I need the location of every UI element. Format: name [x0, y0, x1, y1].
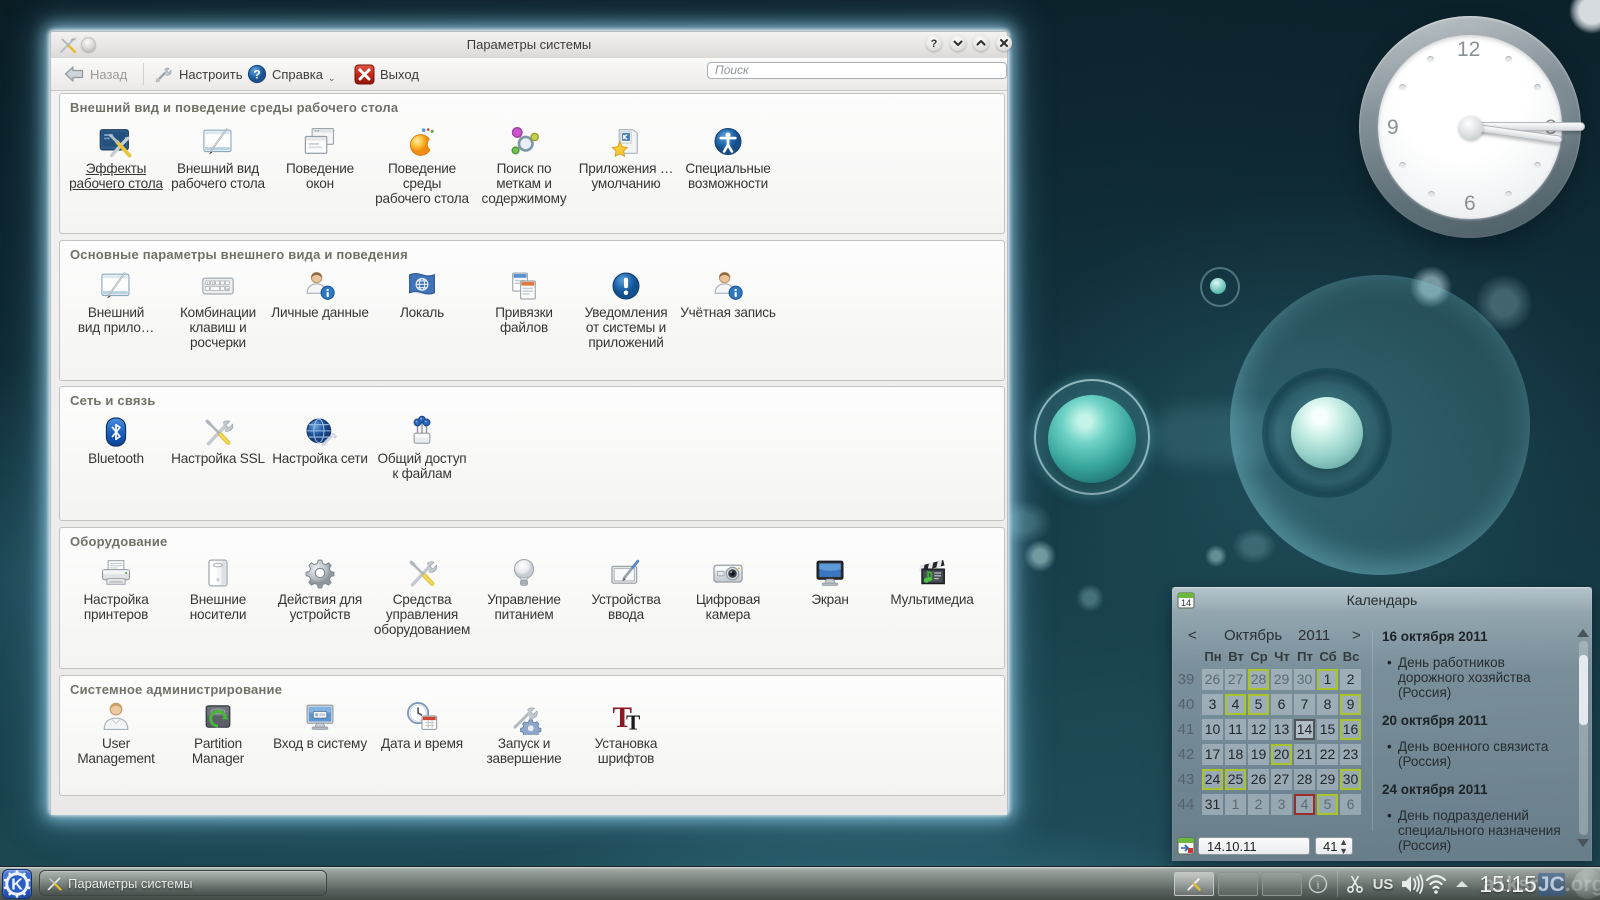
svg-text:1: 1: [207, 281, 209, 285]
svg-text:K: K: [11, 876, 23, 894]
svg-text:14: 14: [1181, 598, 1191, 608]
svg-text:T: T: [626, 710, 640, 734]
svg-text:?: ?: [931, 38, 938, 50]
svg-text:2: 2: [212, 281, 214, 285]
svg-text:?: ?: [253, 67, 260, 81]
svg-text:i: i: [1316, 878, 1320, 892]
